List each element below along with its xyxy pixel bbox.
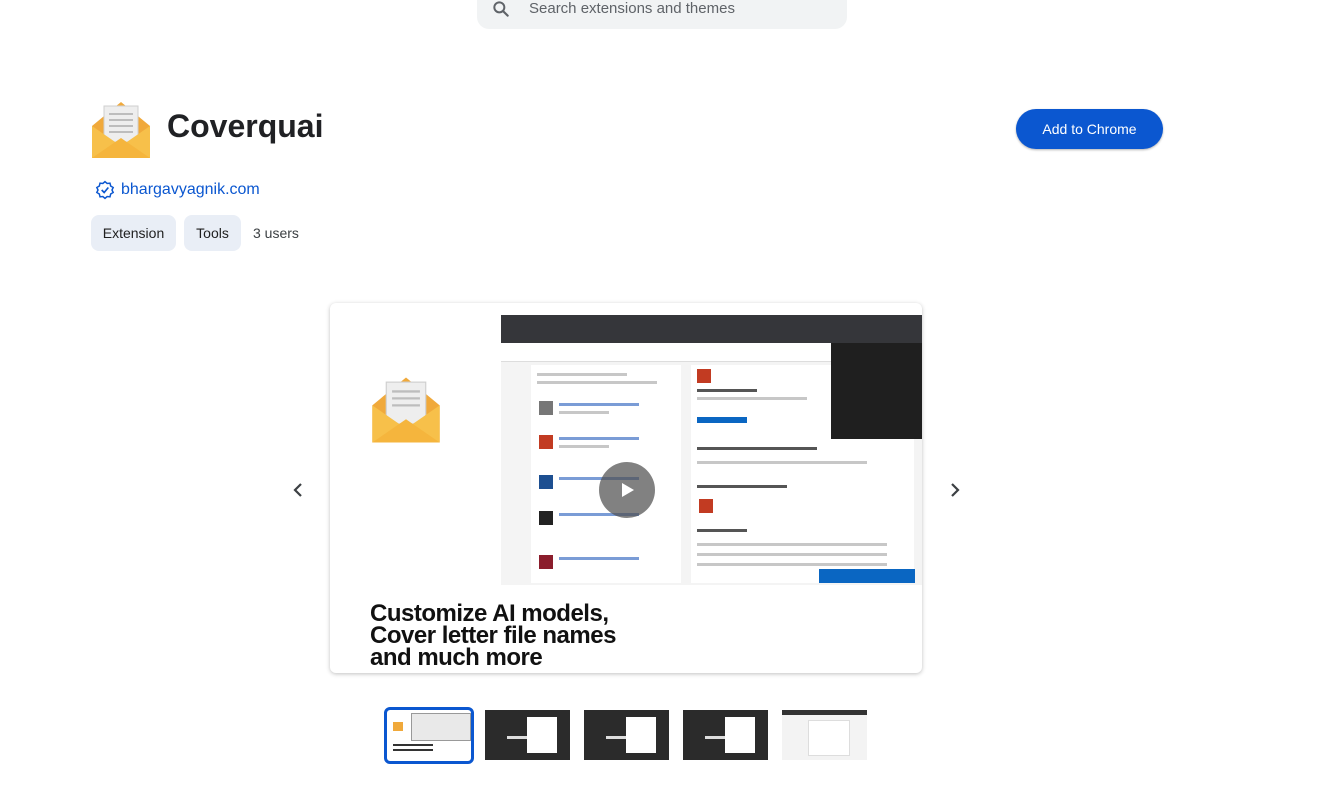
screenshot-slide[interactable]: Customize AI models, Cover letter file n… <box>330 303 922 673</box>
play-icon <box>622 483 634 497</box>
play-button[interactable] <box>599 462 655 518</box>
publisher-name[interactable]: bhargavyagnik.com <box>121 181 260 199</box>
user-count: 3 users <box>253 225 299 241</box>
verified-badge-icon <box>95 180 115 200</box>
chip-tools[interactable]: Tools <box>184 215 241 251</box>
search-bar[interactable]: Search extensions and themes <box>477 0 847 29</box>
envelope-logo-icon <box>372 377 440 443</box>
thumbnail-1[interactable] <box>384 707 474 764</box>
thumbnail-2[interactable] <box>485 710 570 760</box>
chip-extension[interactable]: Extension <box>91 215 176 251</box>
envelope-logo-icon <box>92 102 150 158</box>
thumbnail-3[interactable] <box>584 710 669 760</box>
extension-title: Coverquai <box>167 108 324 144</box>
add-to-chrome-button[interactable]: Add to Chrome <box>1016 109 1163 149</box>
publisher-link[interactable]: bhargavyagnik.com <box>95 180 260 200</box>
slide-caption: Customize AI models, Cover letter file n… <box>370 602 690 671</box>
preview-image <box>501 315 922 585</box>
search-input[interactable]: Search extensions and themes <box>529 0 735 17</box>
chevron-left-icon[interactable] <box>286 478 310 502</box>
search-icon <box>493 0 509 17</box>
thumbnail-4[interactable] <box>683 710 768 760</box>
caption-line: and much more <box>370 644 543 671</box>
chevron-right-icon[interactable] <box>943 478 967 502</box>
thumbnail-5[interactable] <box>782 710 867 760</box>
